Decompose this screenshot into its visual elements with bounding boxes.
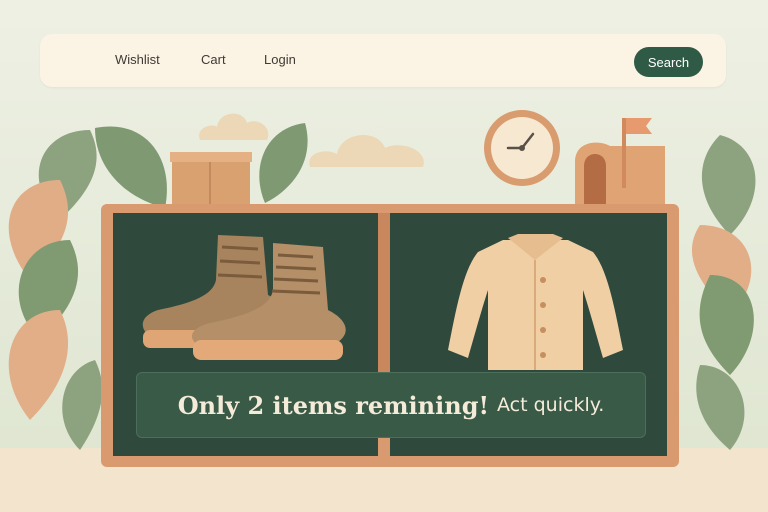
cloud-icon: [309, 135, 424, 167]
mailbox-icon: [575, 118, 665, 204]
clock-icon: [484, 110, 560, 186]
shirt-icon[interactable]: [443, 230, 628, 370]
panel-divider: [378, 213, 390, 373]
nav-link-login[interactable]: Login: [264, 52, 296, 67]
promo-banner: Only 2 items remining! Act quickly.: [136, 372, 646, 438]
cloud-icon: [199, 113, 269, 140]
promo-subtext: Act quickly.: [497, 394, 605, 416]
search-button[interactable]: Search: [634, 47, 703, 77]
boots-icon[interactable]: [138, 225, 348, 365]
nav-link-wishlist[interactable]: Wishlist: [115, 52, 160, 67]
navbar: Wishlist Cart Login Search: [40, 34, 726, 87]
nav-link-cart[interactable]: Cart: [201, 52, 226, 67]
promo-headline: Only 2 items remining!: [177, 390, 490, 420]
box-icon: [170, 152, 252, 206]
